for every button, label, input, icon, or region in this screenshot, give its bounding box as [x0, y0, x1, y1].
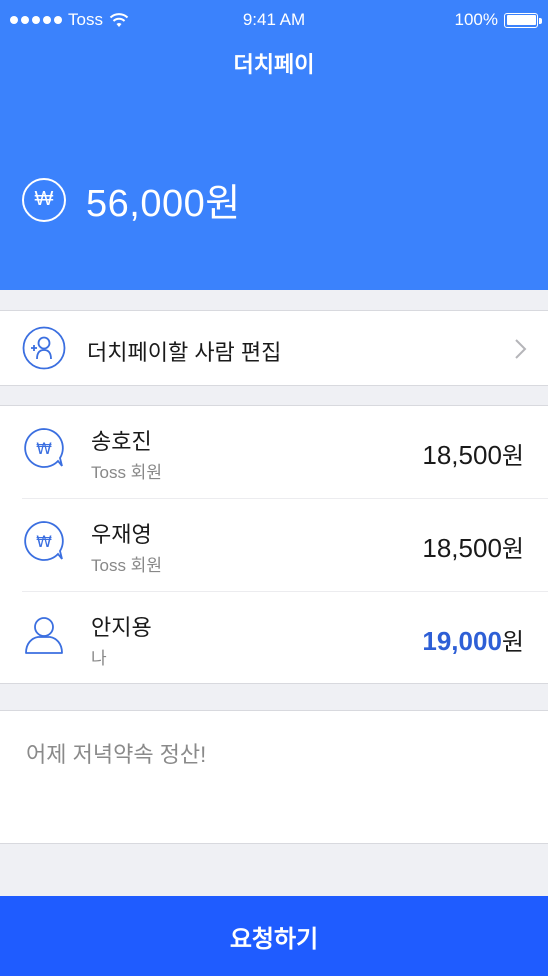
total-amount-row: ₩ 56,000원	[22, 172, 241, 227]
edit-members-row[interactable]: 더치페이할 사람 편집	[0, 310, 548, 386]
status-bar: Toss 9:41 AM 100%	[0, 0, 548, 38]
memo-text: 어제 저녁약속 정산!	[26, 742, 207, 767]
battery-icon	[504, 12, 542, 28]
request-button[interactable]: 요청하기	[0, 896, 548, 976]
person-icon	[25, 617, 63, 654]
svg-text:₩: ₩	[36, 532, 52, 551]
total-amount: 56,000원	[86, 183, 241, 225]
member-subtitle: Toss 회원	[91, 556, 162, 575]
memo-field[interactable]: 어제 저녁약속 정산!	[0, 710, 548, 844]
add-person-icon	[22, 326, 66, 370]
member-name: 우재영	[91, 522, 152, 547]
member-amount-unit: 원	[501, 629, 524, 656]
page-title: 더치페이	[233, 52, 315, 77]
member-amount[interactable]: 18,500원	[422, 529, 524, 564]
svg-text:₩: ₩	[36, 439, 52, 458]
member-amount-value: 18,500	[422, 440, 502, 470]
won-bubble-icon: ₩	[24, 521, 64, 561]
member-amount-unit: 원	[501, 443, 524, 470]
member-row[interactable]: ₩ 우재영 Toss 회원 18,500원	[0, 499, 548, 592]
member-list: ₩ 송호진 Toss 회원 18,500원 ₩ 우재영 Toss 회원 18,5…	[0, 405, 548, 684]
battery-percent: 100%	[454, 10, 498, 29]
member-subtitle: Toss 회원	[91, 463, 162, 482]
member-row[interactable]: ₩ 송호진 Toss 회원 18,500원	[0, 406, 548, 499]
member-amount[interactable]: 18,500원	[422, 436, 524, 471]
member-row[interactable]: 안지용 나 19,000원	[0, 592, 548, 685]
member-amount-value: 19,000	[422, 626, 502, 656]
won-bubble-icon: ₩	[24, 428, 64, 468]
member-name: 안지용	[91, 615, 152, 640]
status-right: 100%	[454, 10, 542, 30]
member-name: 송호진	[91, 429, 152, 454]
member-amount-unit: 원	[501, 536, 524, 563]
member-amount[interactable]: 19,000원	[422, 622, 524, 657]
header: Toss 9:41 AM 100% 더치페이 ₩ 56,000원	[0, 0, 548, 290]
chevron-right-icon	[515, 339, 527, 359]
won-icon: ₩	[22, 177, 66, 222]
member-subtitle: 나	[91, 649, 107, 668]
member-amount-value: 18,500	[422, 533, 502, 563]
edit-members-label: 더치페이할 사람 편집	[87, 340, 282, 365]
